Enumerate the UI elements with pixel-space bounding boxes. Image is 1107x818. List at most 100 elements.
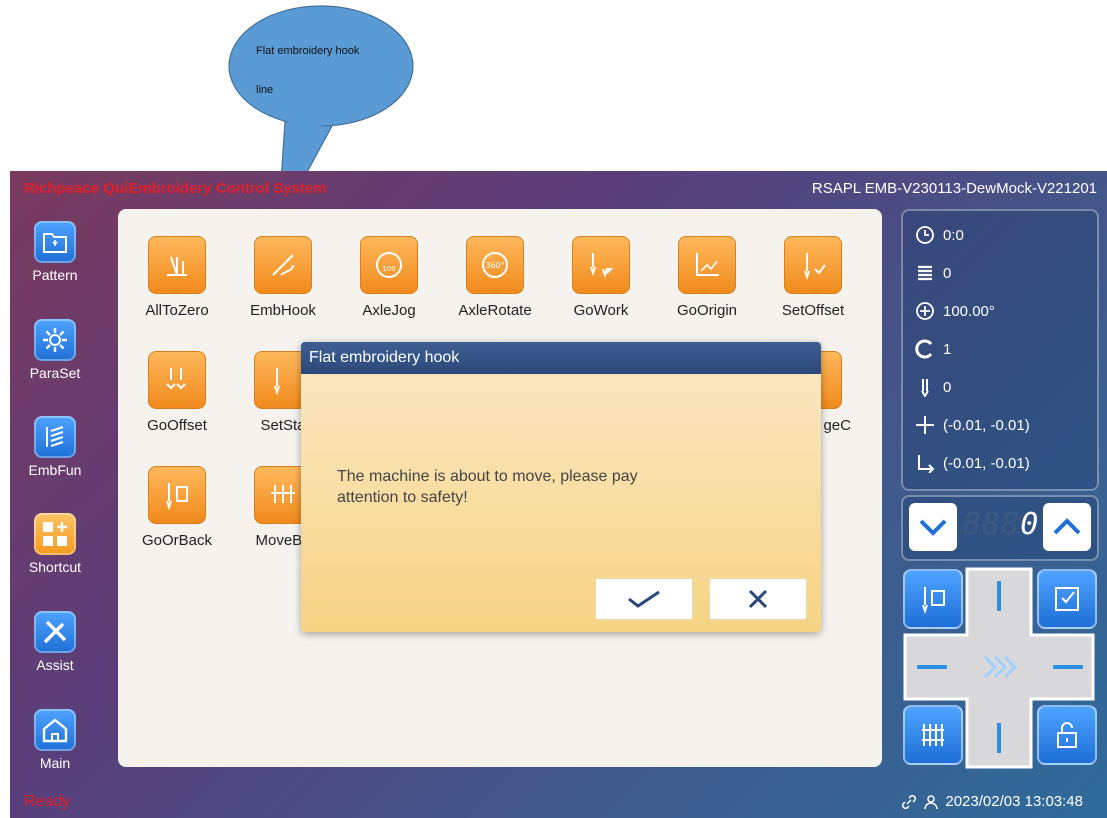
needle-counter: 8880 — [901, 495, 1099, 561]
sidebar-item-label: ParaSet — [29, 365, 81, 381]
sidebar-item-assist[interactable]: Assist — [20, 611, 90, 673]
increment-button[interactable] — [1043, 503, 1091, 551]
lock-button[interactable] — [1037, 705, 1097, 765]
move-up-button[interactable] — [967, 569, 1031, 635]
link-icon — [902, 794, 917, 809]
dialog-body: The machine is about to move, please pay… — [301, 374, 821, 632]
svg-text:100: 100 — [382, 265, 395, 273]
frame-trace-button[interactable] — [1037, 569, 1097, 629]
counter-display: 8880 — [963, 507, 1040, 547]
sidebar-item-paraset[interactable]: ParaSet — [20, 319, 90, 381]
needle-select-button[interactable] — [903, 705, 963, 765]
frame-trace-icon — [1055, 587, 1079, 611]
sidebar-item-label: Shortcut — [28, 559, 82, 575]
version-label: RSAPL EMB-V230113-DewMock-V221201 — [811, 180, 1097, 197]
function-gowork[interactable]: GoWork — [549, 236, 653, 319]
stitch-count-icon — [918, 265, 932, 281]
needle-hook-icon — [254, 236, 312, 294]
machine-info-panel: 0:0 0 100.00° 1 0 (-0.01, -0.01) (-0.01,… — [901, 209, 1099, 491]
function-embhook[interactable]: EmbHook — [231, 236, 335, 319]
sidebar-item-main[interactable]: Main — [20, 709, 90, 771]
sidebar-item-label: Main — [39, 755, 71, 771]
function-label: GoOffset — [147, 417, 207, 434]
app-title: Richpeace QuiEmbroidery Control System — [24, 180, 327, 197]
function-gooffset[interactable]: GoOffset — [125, 351, 229, 434]
counter-value: 0 — [1020, 507, 1040, 542]
function-goorback[interactable]: GoOrBack — [125, 466, 229, 549]
info-angle: 100.00° — [943, 302, 995, 320]
gear-icon — [34, 319, 76, 361]
dialog-title: Flat embroidery hook — [301, 342, 821, 374]
info-color-row: 1 — [915, 339, 951, 359]
embroidery-icon — [34, 416, 76, 458]
function-label: AxleJog — [362, 302, 416, 319]
status-text: Ready — [24, 793, 71, 810]
info-time-row: 0:0 — [915, 225, 964, 245]
function-alltozero[interactable]: AllToZero — [125, 236, 229, 319]
function-label: AllToZero — [145, 302, 209, 319]
check-icon — [628, 590, 660, 608]
function-axlejog[interactable]: 100 AxleJog — [337, 236, 441, 319]
gowork-icon — [572, 236, 630, 294]
multi-needle-icon — [922, 724, 944, 746]
folder-icon — [34, 221, 76, 263]
function-setoffset[interactable]: SetOffset — [761, 236, 865, 319]
function-label: AxleRotate — [458, 302, 532, 319]
goorback-icon — [922, 587, 945, 614]
needle-icon — [921, 379, 929, 397]
alltozero-icon — [148, 236, 206, 294]
tools-icon — [34, 611, 76, 653]
function-label: GoWork — [573, 302, 629, 319]
info-offset: (-0.01, -0.01) — [943, 454, 1030, 472]
app-window: Richpeace QuiEmbroidery Control System R… — [10, 171, 1107, 818]
close-icon — [748, 589, 768, 609]
info-position: (-0.01, -0.01) — [943, 416, 1030, 434]
clock-icon — [916, 226, 934, 244]
lock-icon — [1057, 722, 1077, 748]
sidebar-item-shortcut[interactable]: Shortcut — [20, 513, 90, 575]
info-needle: 0 — [943, 378, 952, 396]
info-angle-row: 100.00° — [915, 301, 995, 321]
gauge-icon: 100 — [360, 236, 418, 294]
chevron-up-icon — [1053, 518, 1081, 535]
info-stitches: 0 — [943, 264, 952, 282]
function-label: SetOffset — [781, 302, 845, 319]
function-goorigin[interactable]: GoOrigin — [655, 236, 759, 319]
dialog-message: The machine is about to move, please pay… — [337, 468, 638, 506]
sidebar-item-pattern[interactable]: Pattern — [20, 221, 90, 283]
callout-text-line2: line — [256, 84, 274, 96]
user-icon — [924, 794, 939, 809]
goorback-quick-button[interactable] — [903, 569, 963, 629]
move-left-button[interactable] — [905, 635, 967, 699]
chevron-down-icon — [919, 519, 947, 536]
offset-arrow-icon — [918, 455, 935, 473]
info-time: 0:0 — [943, 226, 964, 244]
function-label: GoOrigin — [676, 302, 738, 319]
status-bar-right: 2023/02/03 13:03:48 — [901, 793, 1083, 810]
move-right-button[interactable] — [1031, 635, 1093, 699]
function-axlerotate[interactable]: 360° AxleRotate — [443, 236, 547, 319]
color-c-icon — [915, 339, 933, 359]
sidebar-item-label: EmbFun — [28, 462, 82, 478]
home-icon — [34, 709, 76, 751]
goorigin-icon — [678, 236, 736, 294]
plus-circle-icon — [916, 302, 934, 320]
sidebar-item-embfun[interactable]: EmbFun — [20, 416, 90, 478]
info-position-row: (-0.01, -0.01) — [915, 415, 1030, 435]
goorback-icon — [148, 466, 206, 524]
function-label: GoOrBack — [141, 532, 213, 549]
decrement-button[interactable] — [909, 503, 957, 551]
cancel-button[interactable] — [709, 578, 807, 620]
svg-text:360°: 360° — [485, 261, 504, 270]
confirm-button[interactable] — [595, 578, 693, 620]
move-down-button[interactable] — [967, 699, 1031, 767]
speed-toggle-button[interactable] — [979, 649, 1019, 685]
sidebar-item-label: Assist — [36, 657, 74, 673]
info-color: 1 — [943, 340, 952, 358]
crosshair-icon — [916, 416, 934, 434]
counter-ghost-digits: 888 — [963, 507, 1021, 542]
frame-move-pad — [901, 565, 1097, 771]
info-stitches-row: 0 — [915, 263, 951, 283]
setoffset-icon — [784, 236, 842, 294]
gooffset-icon — [148, 351, 206, 409]
